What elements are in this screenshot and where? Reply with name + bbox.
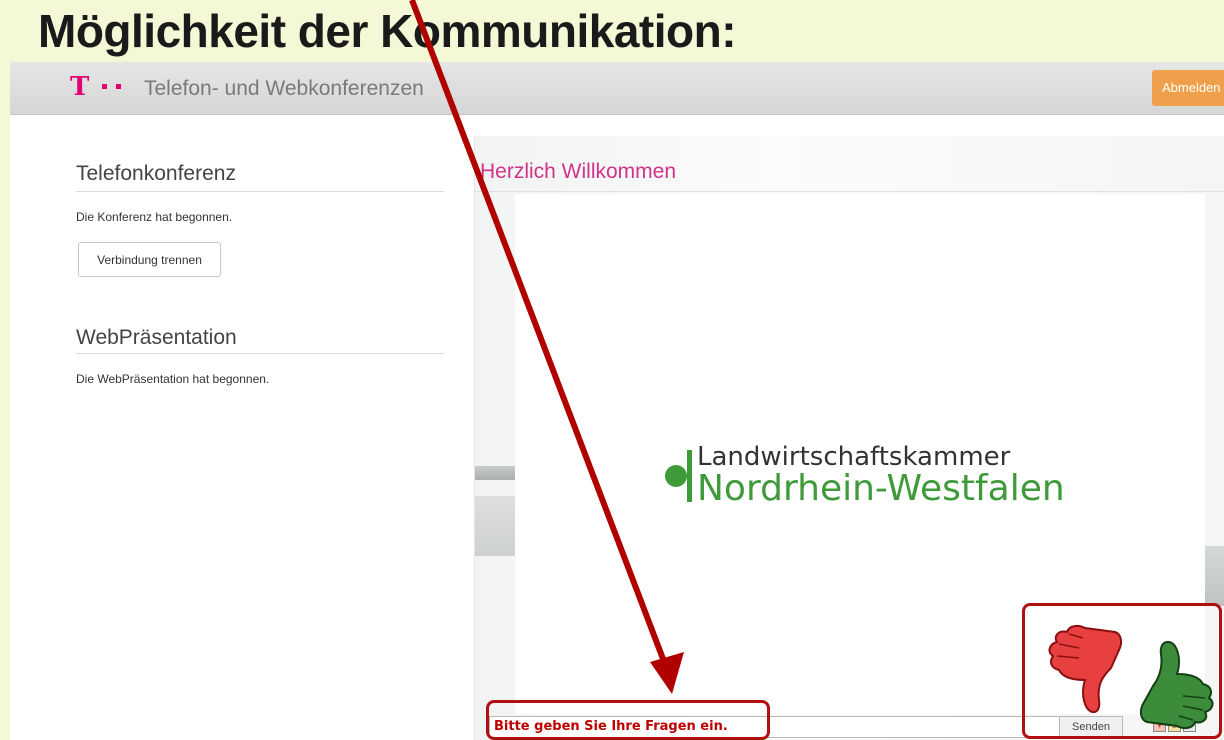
arrow-annotation	[409, 0, 684, 694]
